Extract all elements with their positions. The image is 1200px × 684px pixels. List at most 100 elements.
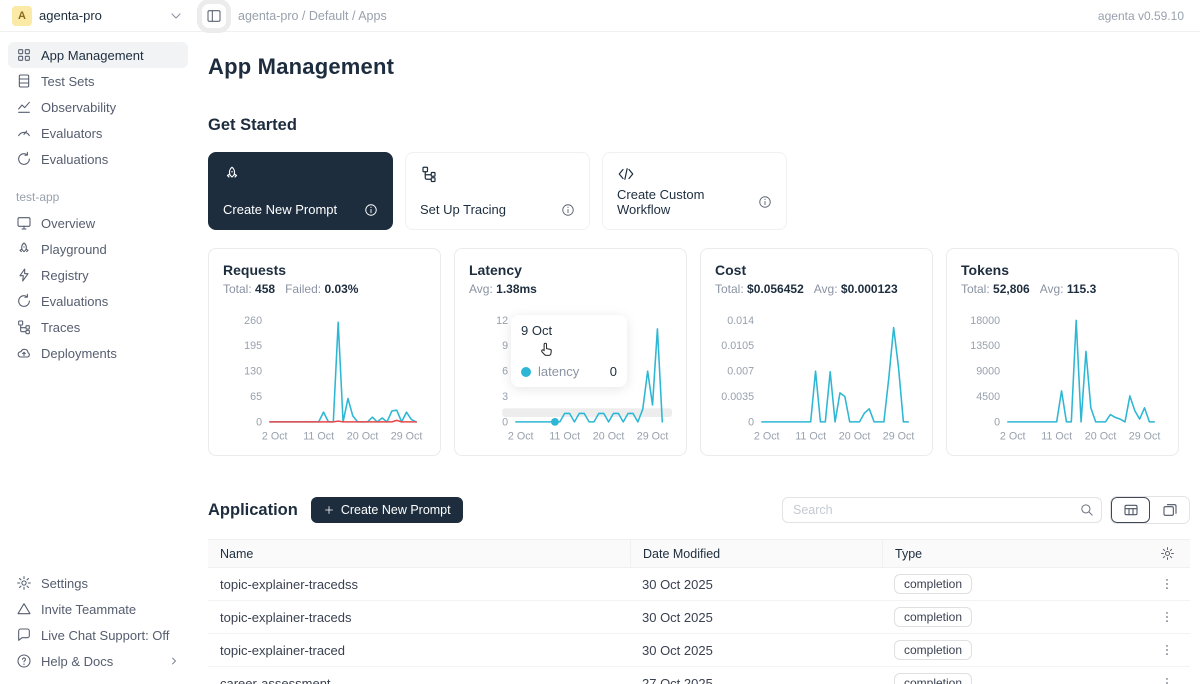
row-menu-button[interactable] [1156, 639, 1178, 661]
app-name: topic-explainer-traceds [208, 610, 630, 625]
sidebar-item-evaluations[interactable]: Evaluations [8, 146, 188, 172]
column-name[interactable]: Name [208, 547, 630, 561]
app-name: topic-explainer-traced [208, 643, 630, 658]
row-menu-button[interactable] [1156, 606, 1178, 628]
column-date-modified[interactable]: Date Modified [630, 540, 882, 567]
sidebar-item-app-evaluations[interactable]: Evaluations [8, 288, 188, 314]
stats-row: Requests Total: 458 Failed: 0.03% 065130… [208, 248, 1190, 456]
sidebar-item-deployments[interactable]: Deployments [8, 340, 188, 366]
svg-text:2 Oct: 2 Oct [262, 430, 288, 442]
gauge-icon [16, 125, 32, 141]
sidebar-item-playground[interactable]: Playground [8, 236, 188, 262]
latency-chart-card: Latency Avg: 1.38ms 0369122 Oct11 Oct20 … [454, 248, 687, 456]
workspace-avatar: A [12, 6, 32, 26]
table-view-button[interactable] [1111, 497, 1150, 523]
search-icon[interactable] [1079, 502, 1094, 517]
search-input[interactable] [782, 497, 1102, 523]
chart-title: Latency [469, 262, 672, 278]
card-view-button[interactable] [1150, 497, 1189, 523]
panel-icon [206, 8, 222, 24]
sidebar-item-label: Live Chat Support: Off [41, 628, 169, 643]
tooltip-date: 9 Oct [521, 323, 617, 338]
kebab-icon [1160, 643, 1174, 657]
sidebar-item-app-management[interactable]: App Management [8, 42, 188, 68]
set-up-tracing-card[interactable]: Set Up Tracing [405, 152, 590, 230]
svg-text:2 Oct: 2 Oct [754, 430, 780, 442]
tooltip-series: latency [538, 364, 579, 379]
table-row[interactable]: topic-explainer-traceds 30 Oct 2025 comp… [208, 601, 1190, 634]
plus-icon [323, 504, 335, 516]
page-title: App Management [208, 54, 1190, 80]
requests-chart-card: Requests Total: 458 Failed: 0.03% 065130… [208, 248, 441, 456]
stat-total: Total: 458 [223, 282, 275, 296]
svg-text:65: 65 [250, 391, 262, 403]
sidebar-item-label: Deployments [41, 346, 117, 361]
column-type[interactable]: Type [882, 540, 1144, 567]
create-new-prompt-button[interactable]: Create New Prompt [311, 497, 463, 523]
workspace-selector[interactable]: A agenta-pro [0, 6, 196, 26]
cost-line-chart[interactable]: 00.00350.0070.01050.0142 Oct11 Oct20 Oct… [715, 304, 920, 450]
column-settings-gear-icon[interactable] [1160, 546, 1175, 561]
chart-title: Cost [715, 262, 918, 278]
kebab-icon [1160, 610, 1174, 624]
get-started-heading: Get Started [208, 116, 1190, 135]
info-icon[interactable] [364, 203, 378, 217]
type-badge: completion [894, 607, 972, 627]
svg-text:29 Oct: 29 Oct [1129, 430, 1161, 442]
sidebar-footer: Settings Invite Teammate Live Chat Suppo… [8, 570, 188, 674]
sidebar-item-help-docs[interactable]: Help & Docs [8, 648, 188, 674]
table-row[interactable]: topic-explainer-tracedss 30 Oct 2025 com… [208, 568, 1190, 601]
sidebar-item-label: Evaluators [41, 126, 102, 141]
type-badge: completion [894, 640, 972, 660]
sidebar-item-registry[interactable]: Registry [8, 262, 188, 288]
svg-text:29 Oct: 29 Oct [637, 430, 669, 442]
sidebar-item-live-chat-support[interactable]: Live Chat Support: Off [8, 622, 188, 648]
sidebar-item-overview[interactable]: Overview [8, 210, 188, 236]
sidebar-item-traces[interactable]: Traces [8, 314, 188, 340]
svg-text:195: 195 [244, 340, 262, 352]
chevron-right-icon [168, 655, 180, 667]
sidebar-item-test-sets[interactable]: Test Sets [8, 68, 188, 94]
info-icon[interactable] [561, 203, 575, 217]
app-date: 30 Oct 2025 [630, 634, 882, 666]
create-custom-workflow-card[interactable]: Create Custom Workflow [602, 152, 787, 230]
stat-avg: Avg: 1.38ms [469, 282, 537, 296]
sidebar-item-settings[interactable]: Settings [8, 570, 188, 596]
svg-text:0.007: 0.007 [727, 366, 754, 378]
tokens-line-chart[interactable]: 04500900013500180002 Oct11 Oct20 Oct29 O… [961, 304, 1166, 450]
top-bar: A agenta-pro agenta-pro / Default / Apps… [0, 0, 1200, 32]
svg-text:9000: 9000 [976, 366, 1000, 378]
table-row[interactable]: topic-explainer-traced 30 Oct 2025 compl… [208, 634, 1190, 667]
svg-text:13500: 13500 [970, 340, 1000, 352]
svg-text:0.0035: 0.0035 [721, 391, 754, 403]
sidebar-item-evaluators[interactable]: Evaluators [8, 120, 188, 146]
sidebar-item-label: Help & Docs [41, 654, 113, 669]
sidebar-item-observability[interactable]: Observability [8, 94, 188, 120]
svg-text:130: 130 [244, 366, 262, 378]
svg-text:11 Oct: 11 Oct [1041, 430, 1072, 442]
app-name: topic-explainer-tracedss [208, 577, 630, 592]
evaluations-icon [16, 151, 32, 167]
help-icon [16, 653, 32, 669]
requests-line-chart[interactable]: 0651301952602 Oct11 Oct20 Oct29 Oct [223, 304, 428, 450]
stat-avg: Avg: 115.3 [1040, 282, 1097, 296]
svg-text:3: 3 [502, 391, 508, 403]
observability-icon [16, 99, 32, 115]
svg-text:0: 0 [994, 416, 1000, 428]
svg-text:20 Oct: 20 Oct [593, 430, 625, 442]
breadcrumb[interactable]: agenta-pro / Default / Apps [238, 9, 387, 23]
svg-text:2 Oct: 2 Oct [1000, 430, 1026, 442]
row-menu-button[interactable] [1156, 573, 1178, 595]
monitor-icon [16, 215, 32, 231]
row-menu-button[interactable] [1156, 672, 1178, 684]
table-row[interactable]: career-assessment 27 Oct 2025 completion [208, 667, 1190, 684]
info-icon[interactable] [758, 195, 772, 209]
sidebar-item-label: App Management [41, 48, 144, 63]
sidebar-item-label: Playground [41, 242, 107, 257]
sidebar-toggle-button[interactable] [202, 4, 226, 28]
sidebar-item-invite-teammate[interactable]: Invite Teammate [8, 596, 188, 622]
chat-icon [16, 627, 32, 643]
create-new-prompt-card[interactable]: Create New Prompt [208, 152, 393, 230]
svg-text:6: 6 [502, 366, 508, 378]
svg-text:18000: 18000 [970, 315, 1000, 327]
